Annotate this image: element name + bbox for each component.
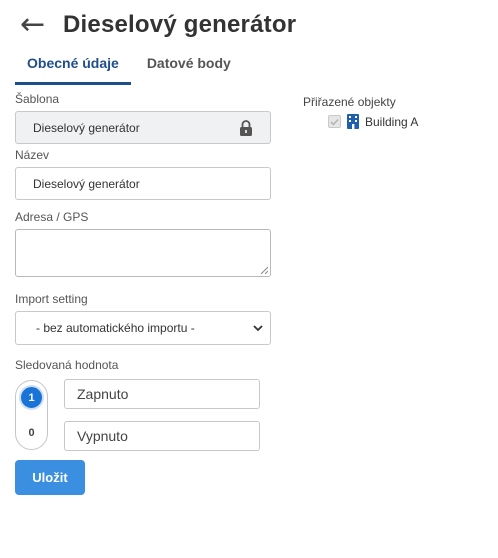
import-label: Import setting [15, 292, 88, 306]
name-label: Název [15, 148, 50, 162]
assigned-object-name[interactable]: Building A [365, 115, 418, 129]
chevron-down-icon [253, 325, 263, 332]
template-value: Dieselový generátor [33, 120, 140, 135]
address-textarea[interactable] [15, 229, 271, 277]
address-label: Adresa / GPS [15, 210, 89, 224]
building-icon [347, 114, 359, 129]
check-icon [330, 118, 339, 126]
toggle-knob-on[interactable]: 1 [19, 385, 44, 410]
off-label-input[interactable]: Vypnuto [64, 421, 260, 451]
toggle-option-off[interactable]: 0 [19, 420, 44, 445]
name-value: Dieselový generátor [33, 176, 140, 191]
import-select[interactable]: - bez automatického importu - [15, 311, 271, 345]
tracked-label: Sledovaná hodnota [15, 358, 119, 372]
object-form: Šablona Dieselový generátor Název Diesel… [15, 92, 271, 495]
tab-data-points[interactable]: Datové body [135, 50, 243, 85]
template-label: Šablona [15, 92, 60, 106]
page-header: ← Dieselový generátor [20, 8, 296, 42]
resize-handle-icon[interactable] [260, 266, 268, 274]
tracked-value-group: 1 0 Zapnuto Vypnuto [15, 377, 271, 455]
assigned-objects-title: Přiřazené objekty [303, 95, 396, 109]
assigned-object-item: Building A [328, 114, 418, 129]
import-value: - bez automatického importu - [36, 321, 195, 335]
assigned-objects-panel: Přiřazené objekty Building A [303, 95, 418, 129]
assigned-object-checkbox[interactable] [328, 115, 341, 128]
off-label-value: Vypnuto [77, 428, 128, 444]
tracked-toggle[interactable]: 1 0 [15, 380, 48, 450]
tab-bar: Obecné údaje Datové body [15, 50, 247, 85]
page-title: Dieselový generátor [63, 11, 297, 38]
save-button[interactable]: Uložit [15, 460, 85, 495]
on-label-value: Zapnuto [77, 386, 129, 402]
name-input[interactable]: Dieselový generátor [15, 167, 271, 200]
back-arrow-icon[interactable]: ← [20, 10, 56, 40]
on-label-input[interactable]: Zapnuto [64, 379, 260, 409]
tab-general[interactable]: Obecné údaje [15, 50, 131, 85]
template-field: Dieselový generátor [15, 111, 271, 144]
lock-icon [240, 120, 252, 136]
